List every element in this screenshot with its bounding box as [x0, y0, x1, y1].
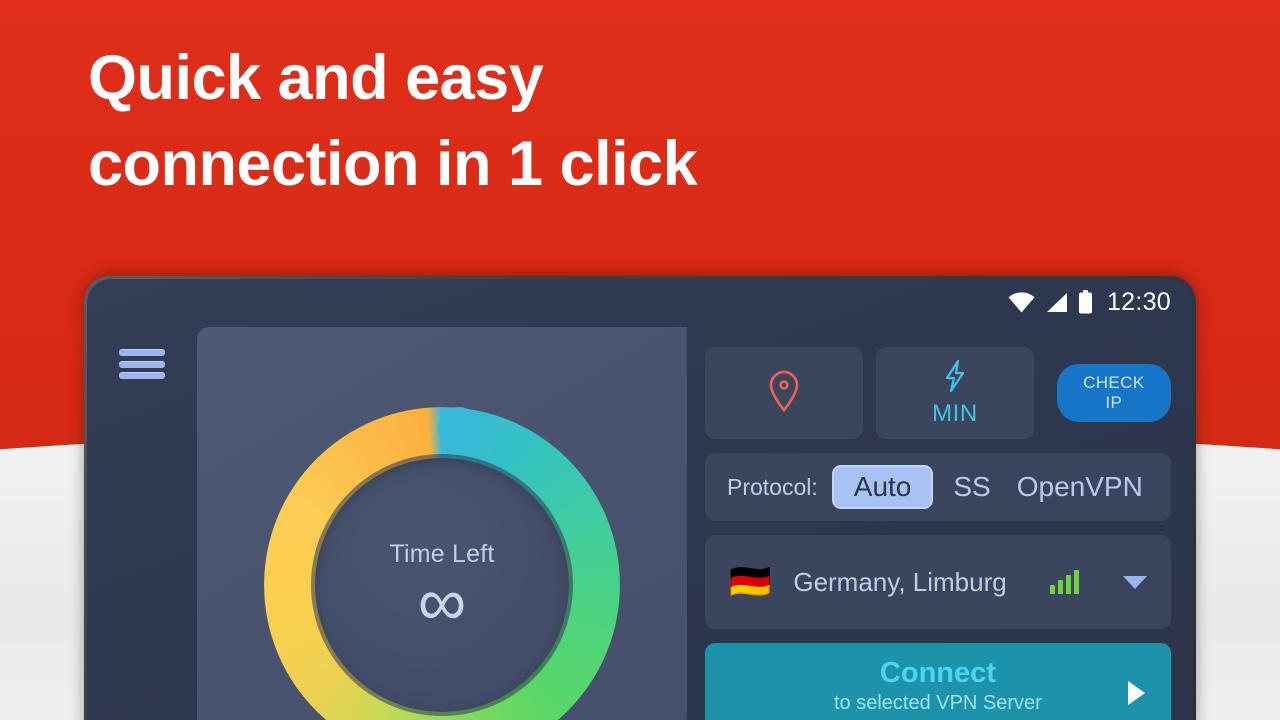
signal-bar [1073, 570, 1079, 594]
country-flag-icon: 🇩🇪 [729, 563, 772, 601]
protocol-option-ss[interactable]: SS [947, 467, 996, 507]
time-left-donut-chart: Time Left ∞ [264, 407, 620, 720]
server-selector[interactable]: 🇩🇪 Germany, Limburg [705, 535, 1171, 629]
cellular-signal-icon [1045, 292, 1068, 313]
controls-column: MIN CHECK IP Protocol: Auto SS OpenVPN 🇩… [687, 325, 1193, 720]
lightning-bolt-icon [942, 359, 968, 398]
status-bar-time: 12:30 [1106, 287, 1171, 316]
server-name: Germany, Limburg [793, 566, 1007, 597]
timer-panel: Time Left ∞ [197, 327, 687, 720]
hamburger-bar [119, 349, 165, 356]
protocol-label: Protocol: [727, 473, 818, 500]
signal-bar [1057, 580, 1063, 594]
phone-device-frame: 12:30 Time Left ∞ MIN CHECK IP Protocol:… [84, 276, 1196, 720]
donut-ring-head [438, 407, 480, 449]
signal-bar [1049, 585, 1055, 594]
protocol-row: Protocol: Auto SS OpenVPN [705, 453, 1171, 521]
speed-mode-tile[interactable]: MIN [875, 347, 1034, 439]
check-ip-button[interactable]: CHECK IP [1056, 364, 1171, 422]
chevron-down-icon[interactable] [1122, 575, 1147, 589]
nav-column [87, 325, 197, 720]
signal-bar [1065, 575, 1071, 594]
location-tile[interactable] [705, 347, 863, 439]
speed-mode-label: MIN [932, 399, 978, 427]
signal-bars-icon [1049, 570, 1079, 594]
protocol-option-openvpn[interactable]: OpenVPN [1011, 467, 1149, 507]
quick-actions-row: MIN CHECK IP [705, 347, 1171, 439]
connect-button[interactable]: Connect to selected VPN Server [705, 643, 1171, 720]
location-pin-icon [767, 369, 801, 418]
donut-center: Time Left ∞ [315, 458, 569, 712]
hamburger-bar [119, 372, 165, 379]
connect-title: Connect [879, 657, 996, 689]
protocol-option-auto[interactable]: Auto [831, 465, 934, 509]
app-body: Time Left ∞ MIN CHECK IP Protocol: Auto … [87, 325, 1193, 720]
phone-screen: 12:30 Time Left ∞ MIN CHECK IP Protocol:… [87, 279, 1193, 720]
hamburger-menu-icon[interactable] [119, 349, 165, 379]
time-left-value: ∞ [417, 563, 467, 640]
wifi-icon [1008, 291, 1035, 313]
status-bar: 12:30 [87, 279, 1193, 325]
play-arrow-icon [1127, 681, 1145, 705]
connect-subtitle: to selected VPN Server [833, 692, 1042, 714]
hamburger-bar [119, 360, 165, 368]
battery-icon [1078, 290, 1093, 314]
promo-headline: Quick and easy connection in 1 click [88, 43, 698, 199]
